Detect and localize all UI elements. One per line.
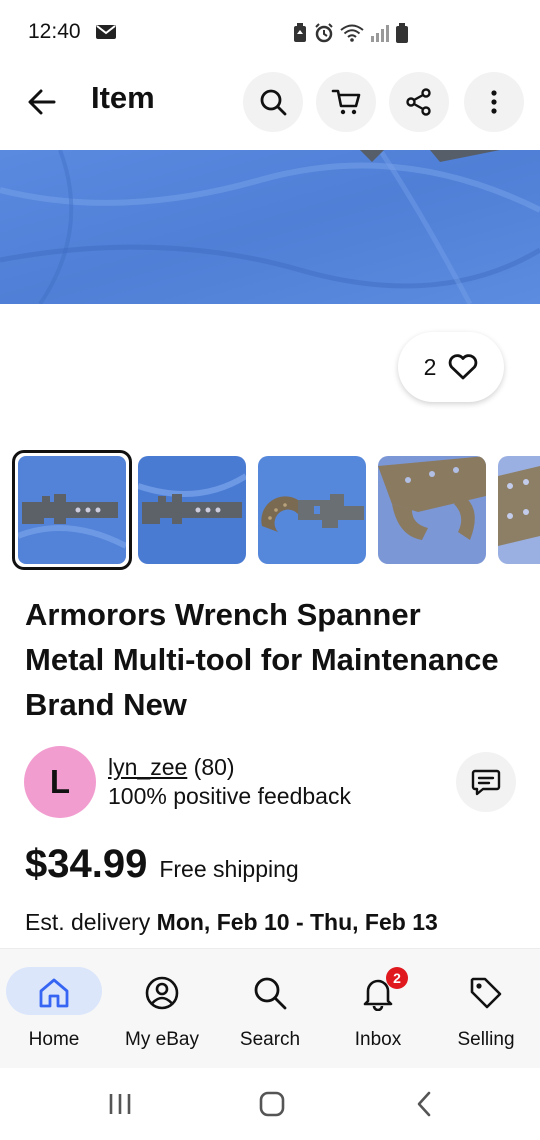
profile-icon	[145, 976, 179, 1010]
status-time: 12:40	[28, 20, 81, 43]
listing-title: Armorors Wrench Spanner Metal Multi-tool…	[25, 597, 499, 722]
recent-apps-button[interactable]	[100, 1090, 140, 1118]
price-row: $34.99 Free shipping	[25, 842, 299, 892]
item-photo[interactable]	[0, 150, 540, 304]
nav-label: Home	[28, 1029, 80, 1050]
thumbnail-image	[138, 456, 246, 564]
seller-name-link[interactable]: lyn_zee	[108, 754, 187, 780]
nav-label: Inbox	[354, 1029, 402, 1050]
shipping-info: Free shipping	[159, 856, 299, 882]
home-icon	[39, 978, 69, 1008]
nav-home[interactable]: Home	[0, 949, 108, 1069]
nav-inbox[interactable]: 2 Inbox	[324, 949, 432, 1069]
status-icons	[292, 22, 408, 44]
alarm-icon	[315, 23, 333, 43]
nav-selling[interactable]: Selling	[432, 949, 540, 1069]
thumbnail-1[interactable]	[12, 450, 132, 570]
heart-icon	[449, 354, 478, 380]
back-button[interactable]	[20, 82, 64, 122]
cart-button[interactable]	[316, 72, 376, 132]
delivery-range: Mon, Feb 10 - Thu, Feb 13	[156, 909, 438, 935]
share-button[interactable]	[389, 72, 449, 132]
cart-icon	[331, 89, 361, 115]
home-system-button[interactable]	[252, 1090, 292, 1118]
delivery-estimate: Est. delivery Mon, Feb 10 - Thu, Feb 13	[25, 909, 438, 936]
delivery-label: Est. delivery	[25, 909, 151, 935]
seller-score: (80)	[193, 754, 235, 780]
search-icon	[260, 89, 287, 116]
thumbnail-image	[258, 456, 366, 564]
recent-apps-icon	[109, 1094, 131, 1114]
thumbnail-image	[498, 456, 540, 564]
thumbnail-image	[18, 456, 126, 564]
tag-icon	[470, 977, 502, 1009]
thumbnail-4[interactable]	[378, 456, 486, 564]
chat-icon	[471, 769, 501, 796]
message-seller-button[interactable]	[456, 752, 516, 812]
search-button[interactable]	[243, 72, 303, 132]
nav-my-ebay[interactable]: My eBay	[108, 949, 216, 1069]
arrow-left-icon	[28, 89, 56, 115]
app-bar: Item	[0, 62, 540, 142]
status-bar: 12:40	[0, 0, 540, 62]
nav-label: Selling	[457, 1029, 515, 1050]
seller-avatar[interactable]: L	[24, 746, 96, 818]
watch-button[interactable]: 2	[398, 332, 504, 402]
seller-feedback: 100% positive feedback	[108, 783, 351, 809]
thumbnail-3[interactable]	[258, 456, 366, 564]
more-options-button[interactable]	[464, 72, 524, 132]
battery-saver-icon	[294, 23, 306, 42]
share-icon	[406, 88, 431, 116]
system-navigation-bar	[0, 1068, 540, 1140]
mail-icon	[96, 25, 116, 39]
item-photo-image	[0, 150, 540, 304]
more-icon	[491, 90, 497, 114]
item-price: $34.99	[25, 842, 148, 886]
thumbnail-strip	[0, 450, 540, 572]
watch-count: 2	[423, 353, 437, 380]
signal-icon	[371, 25, 389, 42]
nav-search[interactable]: Search	[216, 949, 324, 1069]
battery-icon	[396, 23, 408, 43]
bottom-navigation: Home My eBay Search 2 Inbox Selling	[0, 948, 540, 1068]
thumbnail-5[interactable]	[498, 456, 540, 564]
inbox-badge: 2	[386, 967, 408, 989]
home-system-icon	[259, 1091, 285, 1117]
wifi-icon	[340, 24, 364, 42]
thumbnail-2[interactable]	[138, 456, 246, 564]
nav-label: Search	[239, 1029, 301, 1050]
back-system-button[interactable]	[404, 1090, 444, 1118]
search-icon	[254, 977, 287, 1010]
thumbnail-image	[378, 456, 486, 564]
nav-label: My eBay	[125, 1029, 199, 1050]
page-title: Item	[91, 80, 155, 115]
seller-info: L lyn_zee (80) 100% positive feedback	[24, 746, 516, 820]
back-system-icon	[417, 1091, 431, 1117]
seller-name-row: lyn_zee (80)	[108, 754, 235, 781]
